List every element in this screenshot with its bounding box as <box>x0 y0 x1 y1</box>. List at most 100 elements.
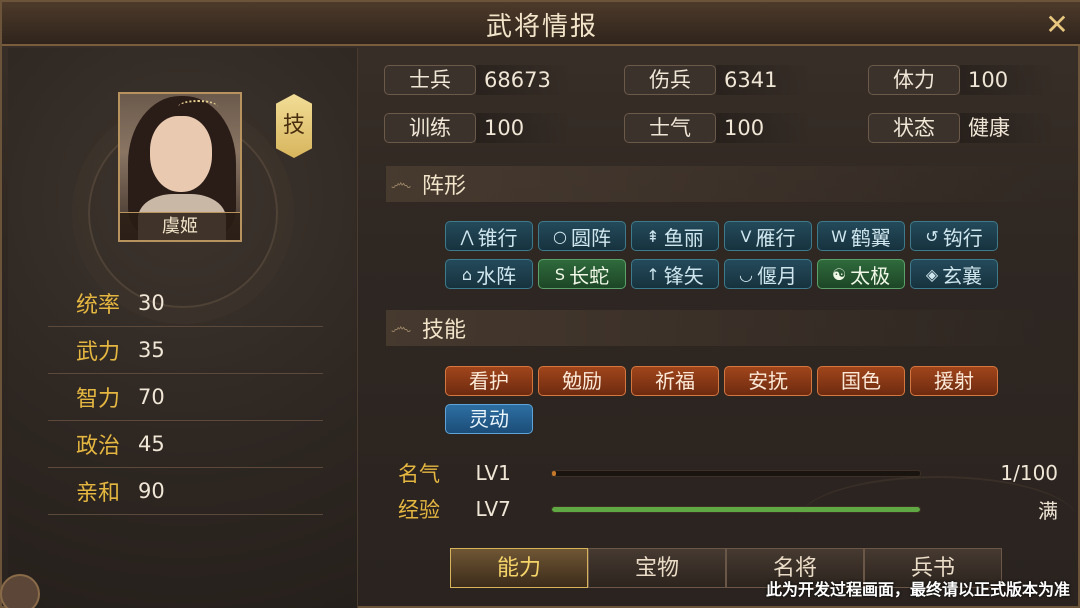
arrow-up-icon: ↑ <box>646 264 660 284</box>
general-name: 虞姬 <box>120 212 240 240</box>
attribute-value: 90 <box>138 479 165 503</box>
attribute-label: 政治 <box>76 434 121 459</box>
formation-label: 鱼丽 <box>663 225 704 250</box>
formation-section-header: ෴ 阵形 <box>386 166 1046 202</box>
stat-label: 士气 <box>624 113 716 143</box>
formation-label: 长蛇 <box>569 263 610 288</box>
formation-button[interactable]: ◡ 偃月 <box>724 259 812 289</box>
formation-button[interactable]: ○ 圆阵 <box>538 221 626 251</box>
dev-notice: 此为开发过程画面，最终请以正式版本为准 <box>765 580 1070 599</box>
tab-ability[interactable]: 能力 <box>450 548 588 588</box>
stat-value: 6341 <box>716 65 812 95</box>
stat-wounded: 伤兵 6341 <box>624 64 812 96</box>
experience-label: 经验 <box>398 498 440 522</box>
taiji-icon: ☯ <box>831 264 847 284</box>
stat-label: 体力 <box>868 65 960 95</box>
formation-button[interactable]: V 雁行 <box>724 221 812 251</box>
formation-button[interactable]: ⌂ 水阵 <box>445 259 533 289</box>
skill-button[interactable]: 祈福 <box>631 366 719 396</box>
crescent-icon: ◡ <box>739 264 753 284</box>
attribute-label: 智力 <box>76 387 121 412</box>
fame-progress-fill <box>552 470 556 476</box>
tab-treasure[interactable]: 宝物 <box>588 548 726 588</box>
attribute-row: 智力 70 <box>48 374 323 421</box>
general-info-window: 武将情报 ✕ 虞姬 技 统率 30 武力 35 智力 70 政治 45 亲和 90 士兵 6… <box>0 0 1080 608</box>
stat-label: 士兵 <box>384 65 476 95</box>
portrait-face <box>150 116 212 192</box>
attribute-label: 统率 <box>76 293 121 318</box>
stat-label: 训练 <box>384 113 476 143</box>
formation-button[interactable]: ↑ 锋矢 <box>631 259 719 289</box>
stat-label: 伤兵 <box>624 65 716 95</box>
formation-button[interactable]: ⇞ 鱼丽 <box>631 221 719 251</box>
formation-label: 鹤翼 <box>850 225 891 250</box>
v-icon: V <box>740 226 752 246</box>
fame-level: LV1 <box>475 461 511 485</box>
formation-button[interactable]: ↺ 钩行 <box>910 221 998 251</box>
attribute-list: 统率 30 武力 35 智力 70 政治 45 亲和 90 <box>48 280 323 515</box>
title-bar: 武将情报 ✕ <box>2 2 1080 46</box>
formation-label: 钩行 <box>942 225 983 250</box>
formation-label: 圆阵 <box>570 225 611 250</box>
hairpin-icon <box>178 100 218 114</box>
attribute-value: 35 <box>138 338 165 362</box>
skill-button[interactable]: 勉励 <box>538 366 626 396</box>
circle-icon: ○ <box>553 226 567 246</box>
skill-button[interactable]: 援射 <box>910 366 998 396</box>
formation-label: 玄襄 <box>942 263 983 288</box>
stat-value: 100 <box>716 113 812 143</box>
fame-label: 名气 <box>398 462 440 486</box>
stat-status: 状态 健康 <box>868 112 1056 144</box>
attribute-row: 政治 45 <box>48 421 323 468</box>
wing-icon: W <box>831 226 847 246</box>
attribute-row: 统率 30 <box>48 280 323 327</box>
stat-value: 100 <box>476 113 572 143</box>
formation-button[interactable]: W 鹤翼 <box>817 221 905 251</box>
stat-soldiers: 士兵 68673 <box>384 64 572 96</box>
formation-label: 太极 <box>850 263 891 288</box>
cloud-ornament-icon: ෴ <box>390 315 412 340</box>
snake-icon: S <box>554 264 566 284</box>
skill-tag-badge[interactable]: 技 <box>276 94 312 158</box>
experience-level: LV7 <box>475 497 511 521</box>
attribute-value: 30 <box>138 291 165 315</box>
fish-icon: ⇞ <box>646 226 660 246</box>
scroll-icon[interactable] <box>0 574 40 608</box>
stat-training: 训练 100 <box>384 112 572 144</box>
attribute-label: 武力 <box>76 340 121 365</box>
arrowhead-icon: ⋀ <box>460 226 474 246</box>
skill-button[interactable]: 看护 <box>445 366 533 396</box>
stat-value: 68673 <box>476 65 572 95</box>
skill-section-header: ෴ 技能 <box>386 310 1046 346</box>
window-title: 武将情报 <box>485 12 598 42</box>
formation-label: 雁行 <box>755 225 796 250</box>
formation-button[interactable]: ⋀ 锥行 <box>445 221 533 251</box>
formation-label: 锋矢 <box>663 263 704 288</box>
attribute-value: 45 <box>138 432 165 456</box>
formation-section-title: 阵形 <box>422 174 467 199</box>
formation-label: 水阵 <box>476 263 517 288</box>
skill-section-title: 技能 <box>422 318 467 343</box>
formation-label: 锥行 <box>477 225 518 250</box>
stat-value: 健康 <box>960 113 1056 143</box>
attribute-row: 武力 35 <box>48 327 323 374</box>
attribute-row: 亲和 90 <box>48 468 323 515</box>
skill-button[interactable]: 灵动 <box>445 404 533 434</box>
formation-button[interactable]: ☯ 太极 <box>817 259 905 289</box>
close-icon[interactable]: ✕ <box>1042 10 1072 40</box>
attribute-label: 亲和 <box>76 481 121 506</box>
water-icon: ⌂ <box>461 264 473 284</box>
skill-button[interactable]: 安抚 <box>724 366 812 396</box>
fame-progress-track <box>551 469 921 477</box>
hook-icon: ↺ <box>925 226 939 246</box>
general-portrait[interactable]: 虞姬 <box>118 92 242 242</box>
stat-label: 状态 <box>868 113 960 143</box>
attribute-value: 70 <box>138 385 165 409</box>
formation-button[interactable]: S 长蛇 <box>538 259 626 289</box>
cloud-ornament-icon: ෴ <box>390 171 412 196</box>
skill-button[interactable]: 国色 <box>817 366 905 396</box>
formation-button[interactable]: ◈ 玄襄 <box>910 259 998 289</box>
diamond-icon: ◈ <box>925 264 939 284</box>
left-panel: 虞姬 技 统率 30 武力 35 智力 70 政治 45 亲和 90 <box>0 48 358 608</box>
stat-stamina: 体力 100 <box>868 64 1056 96</box>
